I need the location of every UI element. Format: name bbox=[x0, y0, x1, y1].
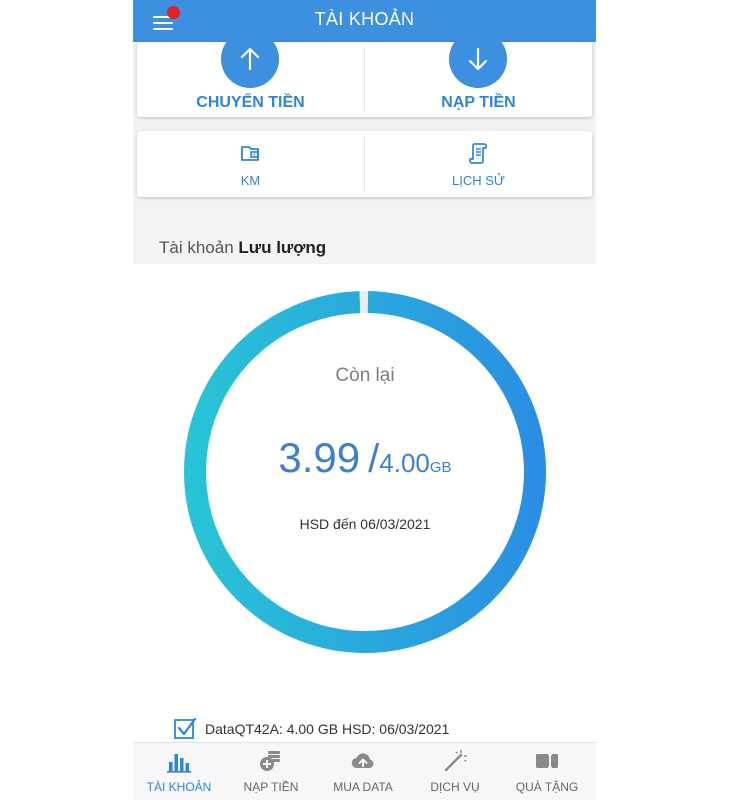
page-title: TÀI KHOẢN bbox=[314, 9, 415, 29]
nav-tab-buy-data[interactable]: MUA DATA bbox=[317, 743, 409, 800]
secondary-actions-card: KM LỊCH SỬ bbox=[137, 131, 592, 197]
topup-circle bbox=[449, 30, 507, 88]
topup-button[interactable]: NẠP TIỀN bbox=[365, 30, 592, 117]
history-button[interactable]: LỊCH SỬ bbox=[365, 131, 592, 197]
section-title: Tài khoản Lưu lượng bbox=[159, 238, 326, 258]
nav-tab-gifts[interactable]: QUÀ TẶNG bbox=[501, 743, 593, 800]
section-prefix: Tài khoản bbox=[159, 238, 234, 257]
arrow-down-icon bbox=[468, 47, 488, 71]
topup-label: NẠP TIỀN bbox=[441, 94, 516, 111]
nav-tab-services[interactable]: DỊCH VỤ bbox=[409, 743, 501, 800]
nav-tab-topup[interactable]: NẠP TIỀN bbox=[225, 743, 317, 800]
promo-label: KM bbox=[240, 173, 261, 188]
topup-coins-icon bbox=[260, 751, 280, 771]
promo-button[interactable]: KM bbox=[137, 131, 364, 197]
amount-separator: / bbox=[368, 437, 380, 481]
bottom-nav: TÀI KHOẢN NẠP TIỀN MUA DATA DỊCH VỤ QUÀ … bbox=[133, 742, 596, 800]
checkbox-checked-icon[interactable] bbox=[173, 716, 197, 740]
nav-label: QUÀ TẶNG bbox=[515, 780, 579, 794]
section-name: Lưu lượng bbox=[238, 238, 327, 257]
data-usage-ring: Còn lại 3.99/4.00GB HSD đến 06/03/2021 bbox=[179, 286, 551, 658]
wallet-icon bbox=[241, 146, 259, 161]
nav-label: TÀI KHOẢN bbox=[146, 780, 212, 794]
transfer-circle bbox=[221, 30, 279, 88]
cloud-upload-icon bbox=[351, 753, 374, 769]
data-amount: 3.99/4.00GB bbox=[179, 434, 551, 482]
actions-area: CHUYỂN TIỀN NẠP TIỀN KM LỊCH SỬ Tài khoả… bbox=[133, 30, 596, 264]
remaining-label: Còn lại bbox=[335, 365, 395, 386]
transfer-button[interactable]: CHUYỂN TIỀN bbox=[137, 30, 364, 117]
primary-actions-card: CHUYỂN TIỀN NẠP TIỀN bbox=[137, 30, 592, 117]
nav-label: DỊCH VỤ bbox=[430, 780, 480, 794]
expiry-date: HSD đến 06/03/2021 bbox=[299, 516, 431, 532]
nav-tab-account[interactable]: TÀI KHOẢN bbox=[133, 743, 225, 800]
nav-label: NẠP TIỀN bbox=[243, 780, 299, 794]
history-label: LỊCH SỬ bbox=[451, 173, 505, 188]
bar-chart-icon bbox=[167, 754, 191, 773]
app-screen: TÀI KHOẢN CHUYỂN TIỀN NẠP TIỀN KM LỊCH S… bbox=[133, 0, 596, 800]
scroll-icon bbox=[469, 143, 487, 164]
package-details: DataQT42A: 4.00 GB HSD: 06/03/2021 bbox=[205, 721, 450, 737]
nav-label: MUA DATA bbox=[333, 780, 393, 794]
total-value: 4.00 bbox=[379, 448, 430, 478]
magic-wand-icon bbox=[444, 750, 467, 772]
gift-ticket-icon bbox=[536, 752, 558, 770]
arrow-up-icon bbox=[240, 47, 260, 71]
transfer-label: CHUYỂN TIỀN bbox=[196, 94, 305, 111]
remaining-value: 3.99 bbox=[278, 434, 361, 481]
data-unit: GB bbox=[429, 459, 452, 476]
top-header: TÀI KHOẢN bbox=[133, 0, 596, 42]
